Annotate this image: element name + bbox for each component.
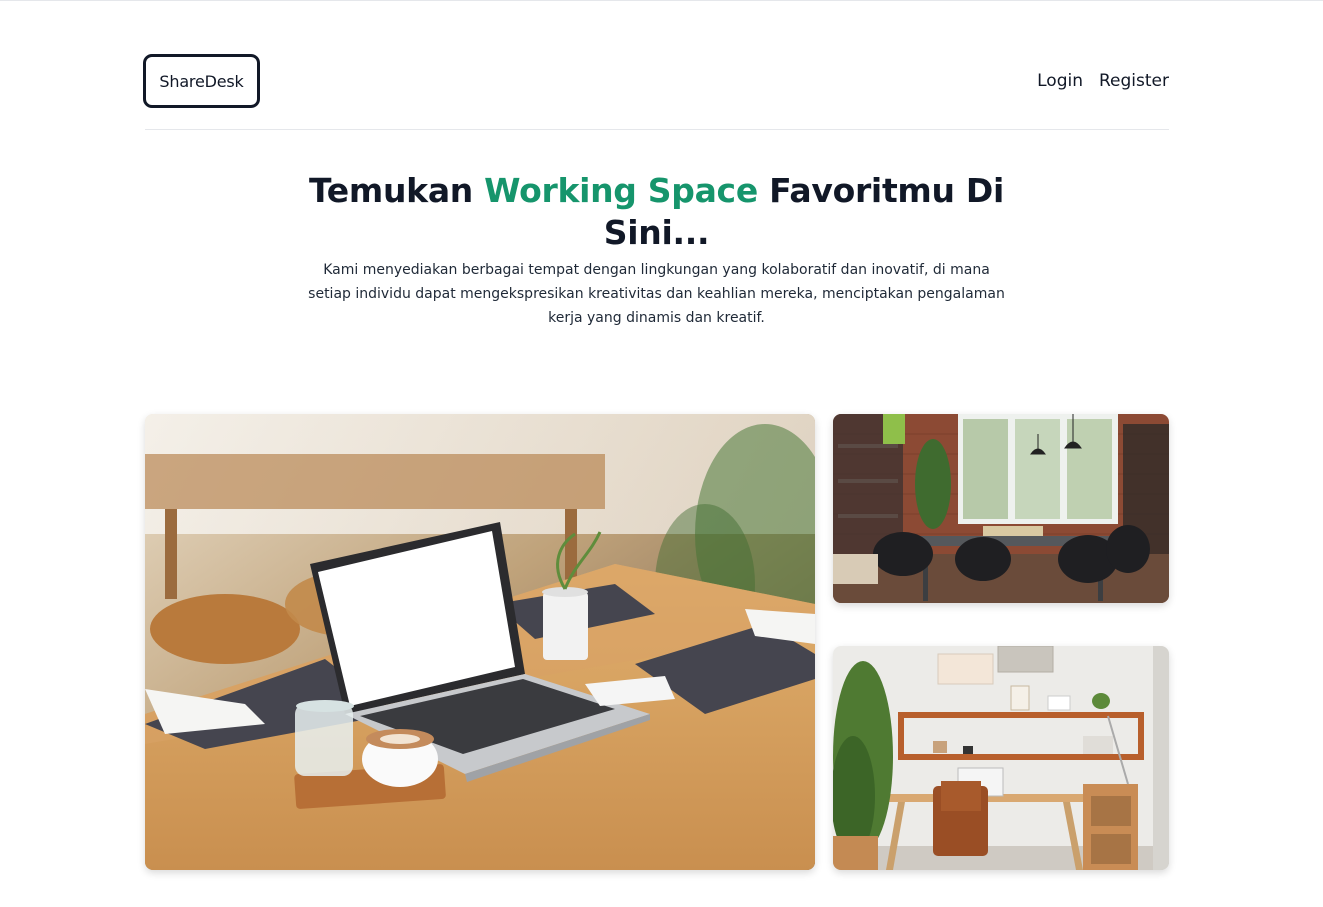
login-link[interactable]: Login xyxy=(1037,69,1083,93)
photo-home-office xyxy=(833,646,1169,870)
hero-title-accent: Working Space xyxy=(484,171,758,210)
photo-coworking-room xyxy=(833,414,1169,603)
top-divider xyxy=(0,0,1323,1)
hero-title-prefix: Temukan xyxy=(308,171,485,210)
photo-workspace-laptop xyxy=(145,414,815,870)
register-link[interactable]: Register xyxy=(1099,69,1169,93)
hero-subtitle: Kami menyediakan berbagai tempat dengan … xyxy=(308,262,1005,326)
brand-name: ShareDesk xyxy=(159,71,244,91)
top-nav: Login Register xyxy=(1037,69,1169,93)
hero-title: Temukan Working Space Favoritmu Di Sini.… xyxy=(300,170,1013,254)
site-header: ShareDesk Login Register xyxy=(143,54,1169,130)
brand-logo-button[interactable]: ShareDesk xyxy=(143,54,260,108)
